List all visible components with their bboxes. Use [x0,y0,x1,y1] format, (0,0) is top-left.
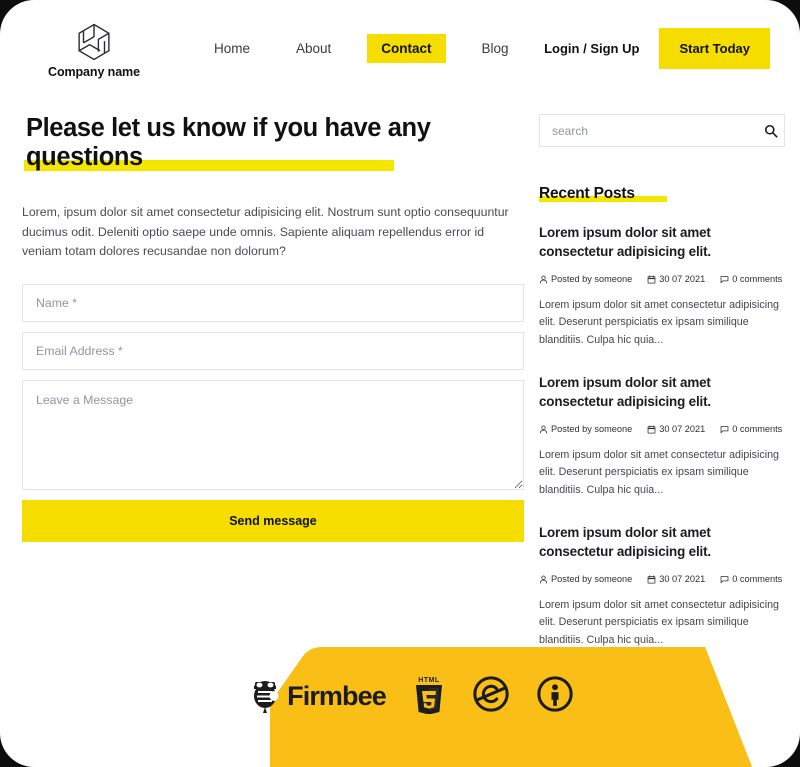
creative-commons-noncommercial-logo[interactable] [472,675,510,718]
post-date: 30 07 2021 [647,274,705,284]
header-actions: Login / Sign Up Start Today [544,27,770,69]
post-meta: Posted by someone 30 07 2021 0 comments [539,424,785,434]
post-comments-label: 0 comments [732,424,783,435]
intro-paragraph: Lorem, ipsum dolor sit amet consectetur … [22,204,509,259]
post-comments: 0 comments [720,274,782,284]
recent-posts-heading: Recent Posts [539,185,635,202]
cc-nc-icon [472,675,510,718]
sidebar: Recent Posts Lorem ipsum dolor sit amet … [539,100,785,649]
list-item: Lorem ipsum dolor sit amet consectetur a… [539,223,785,349]
recent-posts-heading-wrap: Recent Posts [539,185,667,203]
firmbee-wordmark: Firmbee [287,680,387,711]
post-author-label: Posted by someone [551,424,633,435]
brand-name: Company name [48,65,140,79]
nav-item-about[interactable]: About [286,34,341,63]
nav-item-contact[interactable]: Contact [367,33,446,63]
bee-mascot-icon [248,674,282,719]
content-area: Please let us know if you have any quest… [0,100,800,649]
user-icon [539,425,548,434]
contact-column: Please let us know if you have any quest… [22,100,524,649]
post-comments: 0 comments [720,424,782,434]
page-title: Please let us know if you have any quest… [26,114,431,172]
post-title[interactable]: Lorem ipsum dolor sit amet consectetur a… [539,523,785,561]
calendar-icon [647,575,656,584]
contact-form: Send message [22,284,524,543]
email-input[interactable] [22,332,524,371]
post-date-label: 30 07 2021 [659,574,706,585]
brand-logo[interactable]: Company name [34,21,154,79]
post-title[interactable]: Lorem ipsum dolor sit amet consectetur a… [539,223,785,261]
comment-icon [720,275,729,284]
comment-icon [720,575,729,584]
cc-by-icon [536,675,574,718]
post-meta: Posted by someone 30 07 2021 0 comments [539,274,785,284]
search-box [539,114,785,147]
post-author: Posted by someone [539,424,632,434]
firmbee-logo[interactable]: Firmbee [248,674,387,719]
creative-commons-attribution-logo[interactable] [536,675,574,718]
login-signup-link[interactable]: Login / Sign Up [544,41,639,56]
name-input[interactable] [22,284,524,323]
nav-item-home[interactable]: Home [204,34,260,63]
nav-item-blog[interactable]: Blog [472,34,519,63]
main-navigation: Home About Contact Blog [204,33,519,63]
list-item: Lorem ipsum dolor sit amet consectetur a… [539,373,785,499]
post-excerpt: Lorem ipsum dolor sit amet consectetur a… [539,299,779,346]
svg-text:HTML: HTML [418,677,440,684]
message-textarea[interactable] [22,380,524,491]
html5-shield-icon: HTML [412,674,446,719]
comment-icon [720,425,729,434]
post-comments-label: 0 comments [732,274,783,285]
post-author-label: Posted by someone [551,574,633,585]
post-date: 30 07 2021 [647,424,705,434]
post-title[interactable]: Lorem ipsum dolor sit amet consectetur a… [539,373,785,411]
post-date-label: 30 07 2021 [659,424,706,435]
post-excerpt: Lorem ipsum dolor sit amet consectetur a… [539,599,779,646]
footer-logo-row: Firmbee HTML [0,647,800,767]
send-message-button[interactable]: Send message [22,500,524,543]
post-author: Posted by someone [539,274,632,284]
post-comments: 0 comments [720,574,782,584]
post-meta: Posted by someone 30 07 2021 0 comments [539,574,785,584]
calendar-icon [647,424,656,434]
post-comments-label: 0 comments [732,574,783,585]
user-icon [539,275,548,284]
post-author-label: Posted by someone [551,274,633,285]
search-icon[interactable] [758,124,784,138]
page-title-wrap: Please let us know if you have any quest… [22,114,524,173]
hexagon-logo-icon [73,21,115,63]
post-date-label: 30 07 2021 [659,274,706,285]
post-author: Posted by someone [539,574,632,584]
list-item: Lorem ipsum dolor sit amet consectetur a… [539,523,785,649]
page-root: Company name Home About Contact Blog Log… [0,0,800,767]
user-icon [539,575,548,584]
post-excerpt: Lorem ipsum dolor sit amet consectetur a… [539,449,779,496]
search-input[interactable] [540,123,758,138]
site-header: Company name Home About Contact Blog Log… [0,0,800,96]
calendar-icon [647,274,656,284]
html5-logo[interactable]: HTML [412,674,446,719]
start-today-button[interactable]: Start Today [659,27,770,69]
post-date: 30 07 2021 [647,574,705,584]
